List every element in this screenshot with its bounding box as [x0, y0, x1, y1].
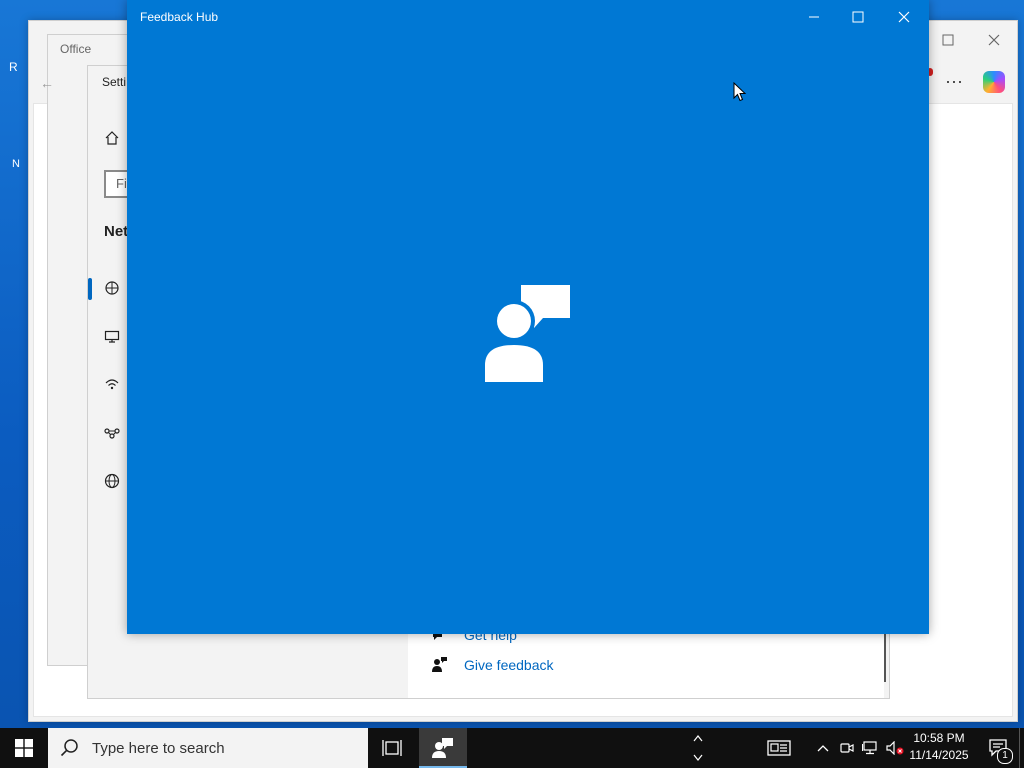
start-button[interactable] — [0, 728, 48, 768]
feedback-hub-window: Feedback Hub — [127, 0, 929, 634]
close-button[interactable] — [971, 31, 1017, 53]
notification-count-badge: 1 — [997, 748, 1013, 764]
maximize-icon — [942, 34, 954, 46]
dialup-icon[interactable] — [104, 376, 120, 395]
give-feedback-icon — [432, 656, 448, 676]
camera-icon — [840, 743, 854, 753]
chevron-up-icon — [817, 745, 829, 752]
minimize-button[interactable] — [791, 5, 837, 29]
give-feedback-link[interactable]: Give feedback — [464, 657, 554, 673]
maximize-button[interactable] — [925, 31, 971, 53]
maximize-icon — [852, 11, 864, 23]
minimize-icon — [809, 16, 819, 18]
ethernet-icon[interactable] — [104, 329, 120, 348]
search-icon — [60, 739, 78, 757]
mouse-cursor-icon — [733, 82, 747, 102]
network-icon — [862, 741, 877, 755]
task-view-button[interactable] — [368, 728, 416, 768]
network-tray-button[interactable] — [861, 728, 879, 768]
feedback-hub-logo-icon — [485, 285, 570, 382]
windows-logo-icon — [15, 739, 33, 757]
news-widget-button[interactable] — [764, 728, 794, 768]
close-button[interactable] — [881, 5, 927, 29]
selection-indicator — [88, 278, 92, 300]
meet-now-button[interactable] — [838, 728, 856, 768]
desktop-icon-label: R — [9, 60, 18, 74]
close-icon — [898, 11, 910, 23]
clock-date: 11/14/2025 — [909, 748, 969, 762]
action-center-button[interactable]: 1 — [980, 728, 1016, 768]
search-placeholder: Type here to search — [92, 739, 225, 757]
show-desktop-button[interactable] — [1019, 728, 1024, 768]
proxy-globe-icon[interactable] — [104, 473, 120, 492]
feedback-hub-icon — [432, 738, 453, 758]
feedback-hub-title: Feedback Hub — [140, 10, 219, 24]
clock-time: 10:58 PM — [913, 731, 965, 745]
copilot-icon[interactable] — [983, 71, 1005, 93]
section-title: Net — [104, 223, 129, 240]
taskbar-feedback-hub[interactable] — [419, 728, 467, 768]
network-status-icon[interactable] — [104, 280, 120, 299]
task-view-icon — [382, 740, 402, 756]
desktop-icon-label: N — [12, 158, 20, 170]
office-window-title: Office — [60, 42, 92, 56]
scrollbar[interactable] — [884, 626, 886, 682]
home-icon[interactable] — [104, 130, 120, 149]
more-options-button[interactable]: ··· — [945, 71, 963, 92]
settings-window-title: Setti — [102, 75, 127, 89]
news-icon — [767, 740, 791, 756]
vpn-icon[interactable] — [104, 425, 120, 444]
taskbar-search-box[interactable]: Type here to search — [48, 728, 368, 768]
taskbar: Type here to search 10:58 PM 11/14/2025 … — [0, 728, 1024, 768]
back-arrow-icon[interactable]: ← — [40, 75, 54, 91]
close-icon — [988, 34, 1000, 46]
taskbar-clock[interactable]: 10:58 PM 11/14/2025 — [902, 730, 976, 764]
show-hidden-icons-button[interactable] — [814, 728, 832, 768]
maximize-button[interactable] — [835, 5, 881, 29]
taskbar-scroll-arrows[interactable] — [690, 728, 706, 768]
